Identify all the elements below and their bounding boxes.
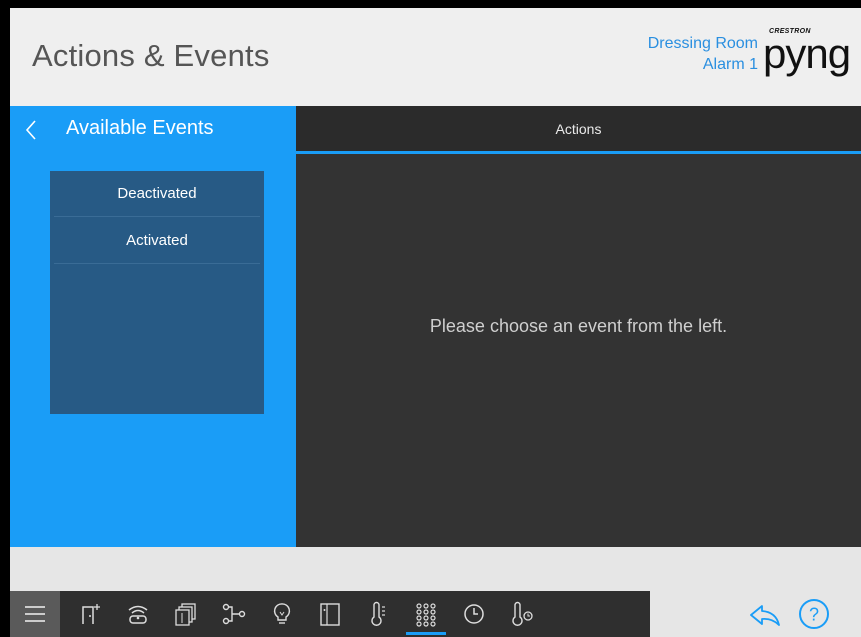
event-list: Deactivated Activated [50,171,264,414]
header: Actions & Events Dressing Room Alarm 1 C… [10,8,861,106]
scene-flow-button[interactable] [210,591,258,637]
schedule-button[interactable] [450,591,498,637]
tab-actions[interactable]: Actions [296,106,861,154]
door-icon [320,603,340,626]
keypad-button[interactable] [402,591,450,637]
scene-flow-icon [222,603,246,625]
lights-button[interactable] [258,591,306,637]
add-room-icon [82,604,100,624]
share-button[interactable] [748,600,782,630]
remote-sensor-icon [128,605,148,624]
help-icon: ? [799,599,829,629]
add-room-button[interactable] [66,591,114,637]
svg-text:?: ? [809,605,819,625]
help-button[interactable]: ? [797,597,831,631]
brand-logo-pyng: pyng [763,30,851,77]
app-window: Actions & Events Dressing Room Alarm 1 C… [10,8,861,637]
door-button[interactable] [306,591,354,637]
back-chevron-icon[interactable] [22,118,42,142]
actions-panel: Actions Please choose an event from the … [296,106,861,547]
event-item-deactivated[interactable]: Deactivated [54,171,260,217]
temperature-sensor-icon [512,601,533,626]
menu-button[interactable] [10,591,60,637]
light-bulb-icon [273,603,291,624]
available-events-title: Available Events [66,117,214,139]
room-device-label: Dressing Room Alarm 1 [648,33,758,75]
shades-button[interactable] [162,591,210,637]
temperature-sensor-button[interactable] [498,591,546,637]
room-name: Dressing Room [647,35,758,52]
bottom-toolbar [10,591,650,637]
menu-icon [25,606,45,622]
available-events-panel: Available Events Deactivated Activated [10,106,296,547]
thermostat-button[interactable] [354,591,402,637]
device-name: Alarm 1 [702,56,758,73]
thermostat-icon [371,601,385,626]
empty-state-message: Please choose an event from the left. [429,316,728,336]
brand-logo: CRESTRON pyng [761,28,851,80]
reply-arrow-icon [750,605,780,626]
clock-icon [464,604,484,624]
shades-icon [175,603,196,626]
event-item-activated[interactable]: Activated [54,217,260,264]
page-title: Actions & Events [32,38,270,73]
keypad-icon [416,603,436,627]
remote-sensor-button[interactable] [114,591,162,637]
